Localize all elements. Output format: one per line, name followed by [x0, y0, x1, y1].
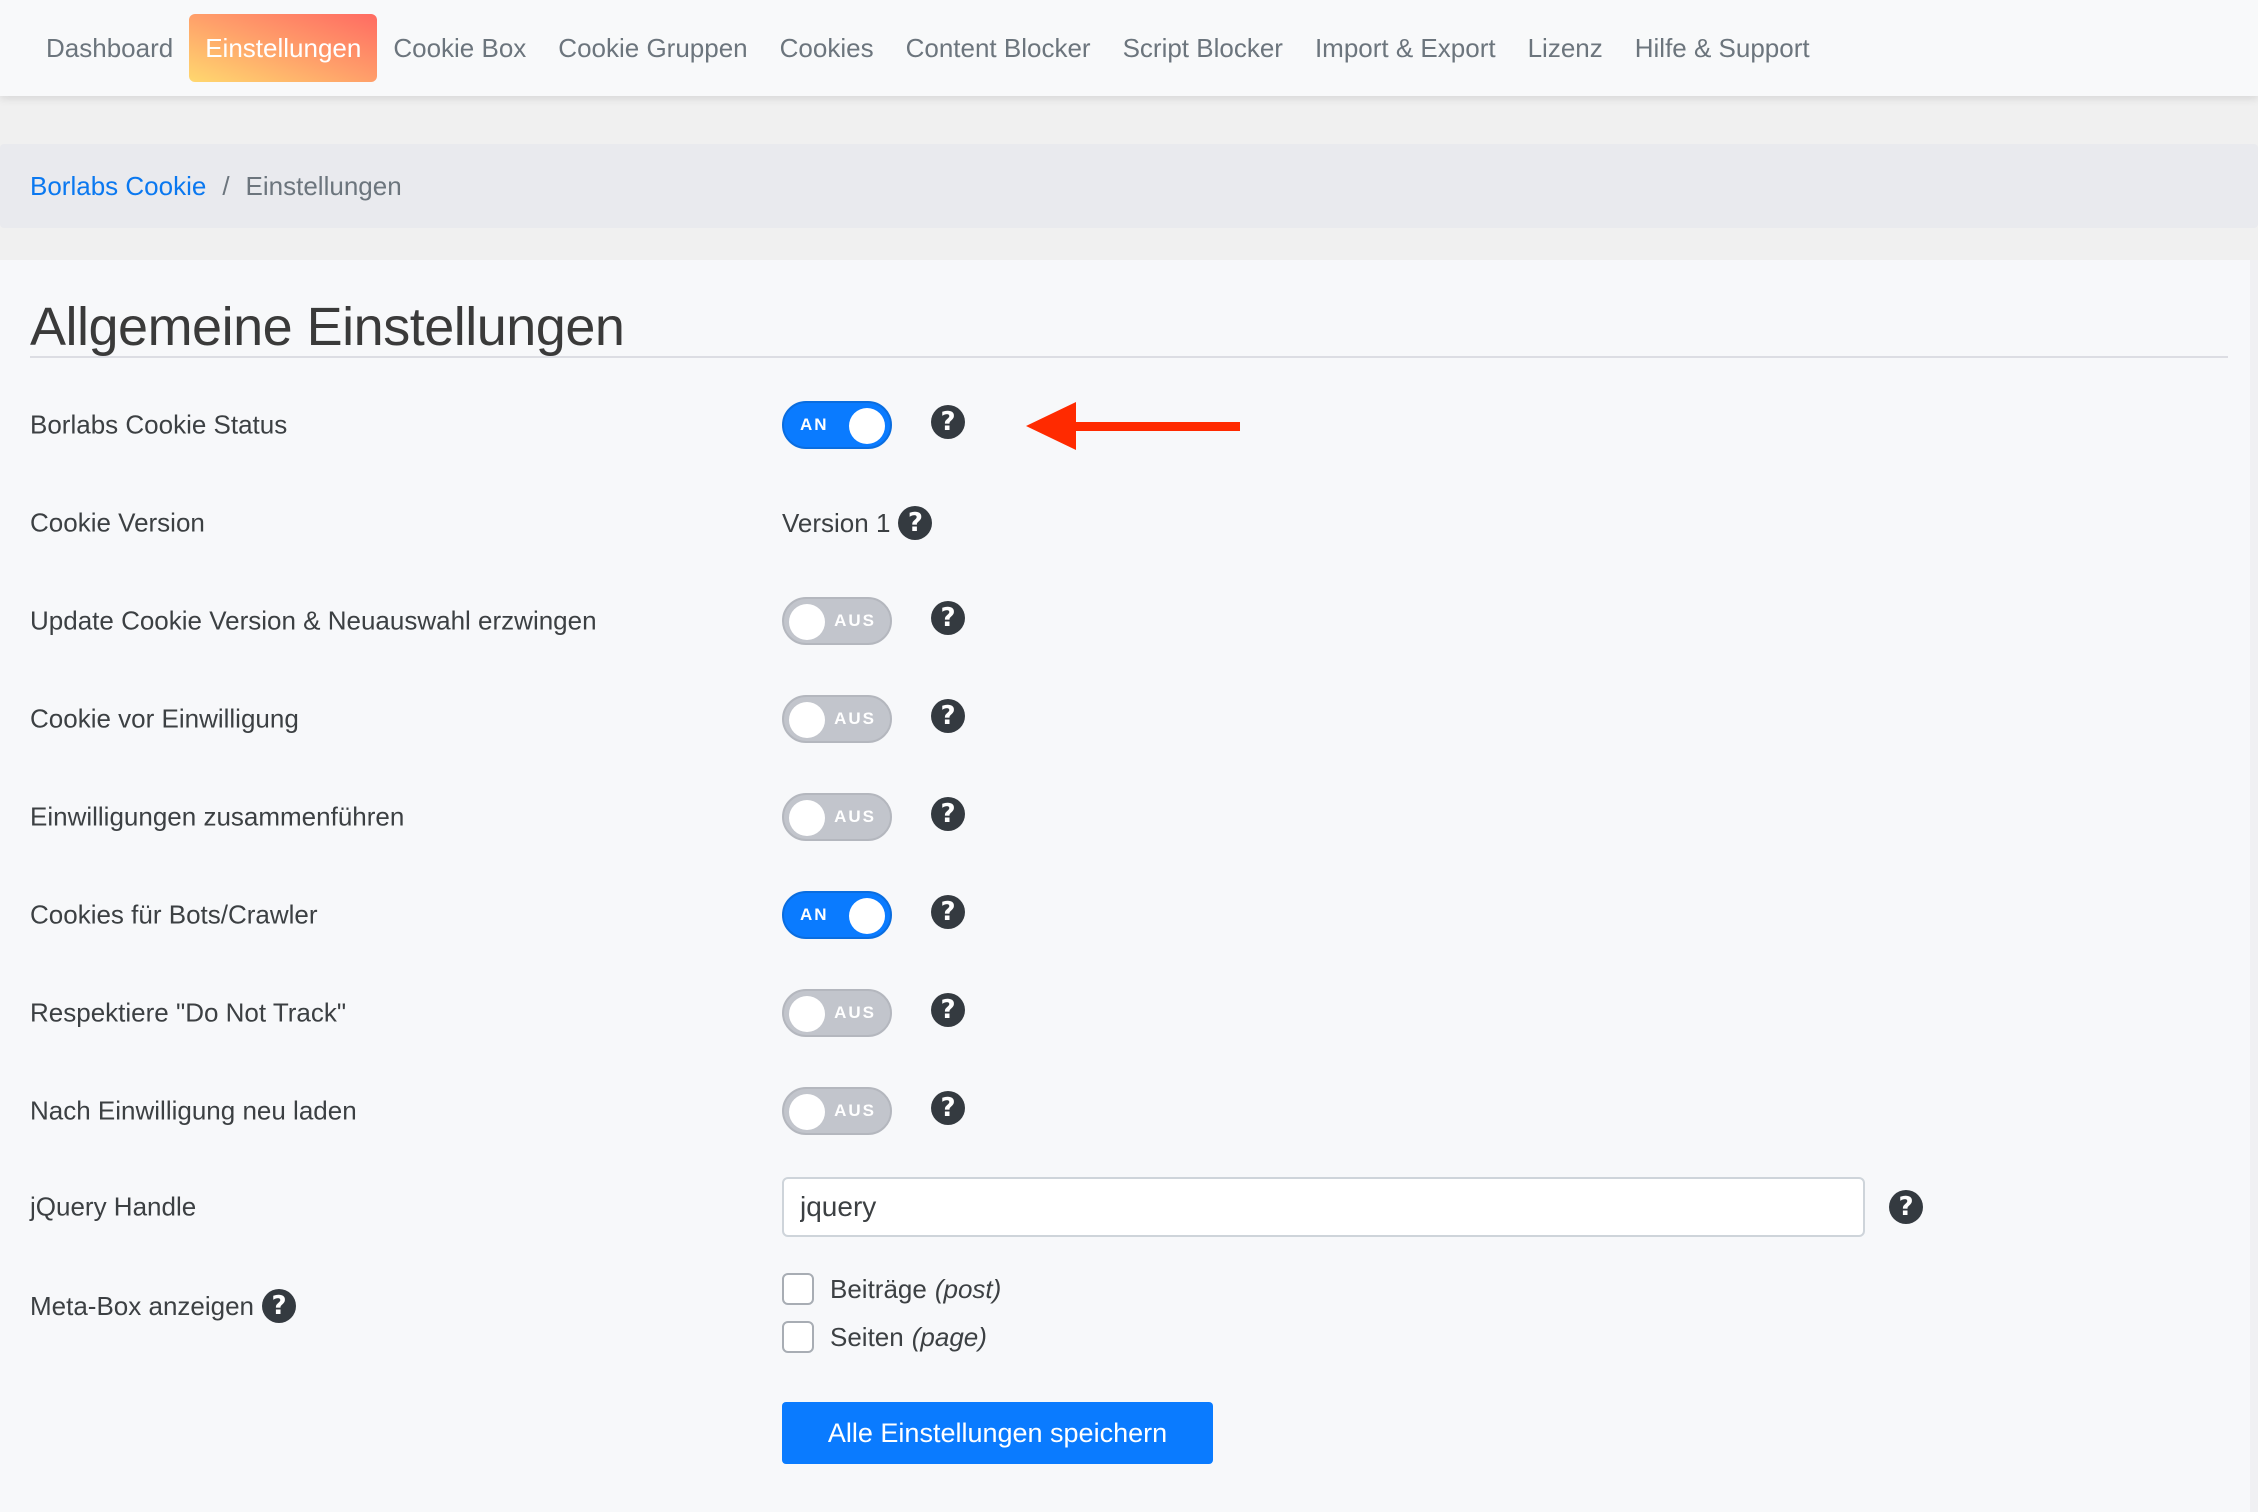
toggle-knob — [789, 702, 825, 738]
page-title: Allgemeine Einstellungen — [30, 297, 625, 357]
help-icon[interactable]: ? — [262, 1289, 297, 1323]
help-icon[interactable]: ? — [931, 1091, 965, 1125]
nav-item-hilfe-support[interactable]: Hilfe & Support — [1619, 14, 1826, 82]
label-cookies-for-bots: Cookies für Bots/Crawler — [30, 899, 318, 930]
breadcrumb: Borlabs Cookie / Einstellungen — [0, 144, 2258, 228]
label-cookie-before-consent: Cookie vor Einwilligung — [30, 703, 299, 734]
row-cookie-before-consent: Cookie vor Einwilligung AUS ? — [0, 689, 2250, 749]
label-respect-dnt: Respektiere "Do Not Track" — [30, 997, 347, 1028]
toggle-state-text: AUS — [834, 1101, 876, 1120]
help-icon[interactable]: ? — [931, 797, 965, 831]
breadcrumb-current: Einstellungen — [245, 170, 402, 201]
breadcrumb-root-link[interactable]: Borlabs Cookie — [30, 171, 206, 202]
toggle-knob — [789, 604, 825, 640]
toggle-cookies-for-bots[interactable]: AN — [782, 891, 892, 939]
help-icon[interactable]: ? — [898, 506, 933, 540]
save-all-settings-button[interactable]: Alle Einstellungen speichern — [782, 1402, 1213, 1464]
help-icon[interactable]: ? — [931, 993, 965, 1027]
help-icon[interactable]: ? — [931, 699, 965, 733]
cookie-version-value: Version 1 — [782, 507, 891, 538]
toggle-cookie-before-consent[interactable]: AUS — [782, 695, 892, 743]
top-navigation: Dashboard Einstellungen Cookie Box Cooki… — [0, 0, 2258, 96]
row-update-cookie-version: Update Cookie Version & Neuauswahl erzwi… — [0, 591, 2250, 651]
toggle-knob — [789, 800, 825, 836]
toggle-respect-dnt[interactable]: AUS — [782, 989, 892, 1037]
label-update-cookie-version: Update Cookie Version & Neuauswahl erzwi… — [30, 605, 597, 636]
breadcrumb-separator: / — [222, 170, 230, 201]
checkbox-hint: (post) — [934, 1273, 1002, 1304]
toggle-borlabs-cookie-status[interactable]: AN — [782, 401, 892, 449]
toggle-knob — [849, 408, 885, 444]
nav-item-cookie-gruppen[interactable]: Cookie Gruppen — [542, 14, 763, 82]
row-cookies-for-bots: Cookies für Bots/Crawler AN ? — [0, 885, 2250, 945]
toggle-state-text: AUS — [834, 807, 876, 826]
toggle-knob — [789, 996, 825, 1032]
jquery-handle-input[interactable] — [782, 1177, 1865, 1237]
toggle-knob — [789, 1094, 825, 1130]
checkbox-label: Seiten — [830, 1321, 904, 1352]
toggle-state-text: AUS — [834, 1003, 876, 1022]
label-jquery-handle: jQuery Handle — [30, 1191, 197, 1222]
toggle-state-text: AN — [800, 415, 829, 434]
help-icon[interactable]: ? — [931, 405, 965, 439]
title-divider — [30, 356, 2228, 358]
nav-item-cookies[interactable]: Cookies — [764, 14, 890, 82]
help-icon[interactable]: ? — [1889, 1190, 1923, 1224]
toggle-state-text: AN — [800, 905, 829, 924]
label-aggregate-consents: Einwilligungen zusammenführen — [30, 801, 405, 832]
checkbox-label: Beiträge — [830, 1273, 927, 1304]
label-reload-after-consent: Nach Einwilligung neu laden — [30, 1095, 357, 1126]
nav-item-dashboard[interactable]: Dashboard — [30, 14, 189, 82]
checkbox-option-page[interactable]: Seiten (page) — [782, 1313, 1001, 1361]
checkbox-option-post[interactable]: Beiträge (post) — [782, 1265, 1001, 1313]
nav-item-script-blocker[interactable]: Script Blocker — [1107, 14, 1299, 82]
nav-item-import-export[interactable]: Import & Export — [1299, 14, 1512, 82]
row-respect-dnt: Respektiere "Do Not Track" AUS ? — [0, 983, 2250, 1043]
row-aggregate-consents: Einwilligungen zusammenführen AUS ? — [0, 787, 2250, 847]
nav-item-cookie-box[interactable]: Cookie Box — [377, 14, 542, 82]
nav-item-lizenz[interactable]: Lizenz — [1512, 14, 1619, 82]
help-icon[interactable]: ? — [931, 601, 965, 635]
scrollbar-track — [2250, 260, 2258, 1512]
checkbox-hint: (page) — [911, 1321, 987, 1352]
toggle-state-text: AUS — [834, 709, 876, 728]
toggle-update-cookie-version[interactable]: AUS — [782, 597, 892, 645]
row-jquery-handle: jQuery Handle ? — [0, 1177, 2250, 1237]
nav-item-content-blocker[interactable]: Content Blocker — [890, 14, 1107, 82]
checkbox-post[interactable] — [782, 1273, 814, 1305]
toggle-aggregate-consents[interactable]: AUS — [782, 793, 892, 841]
label-cookie-version: Cookie Version — [30, 507, 205, 538]
row-meta-box: Meta-Box anzeigen ? Beiträge (post) Seit… — [0, 1273, 2250, 1353]
toggle-state-text: AUS — [834, 611, 876, 630]
nav-item-einstellungen[interactable]: Einstellungen — [189, 14, 378, 82]
meta-box-label-text: Meta-Box anzeigen — [30, 1290, 255, 1321]
toggle-knob — [849, 898, 885, 934]
row-reload-after-consent: Nach Einwilligung neu laden AUS ? — [0, 1081, 2250, 1141]
toggle-reload-after-consent[interactable]: AUS — [782, 1087, 892, 1135]
annotation-arrow-icon — [1026, 402, 1240, 450]
checkbox-page[interactable] — [782, 1321, 814, 1353]
label-borlabs-cookie-status: Borlabs Cookie Status — [30, 409, 288, 440]
meta-box-options: Beiträge (post) Seiten (page) — [782, 1265, 1001, 1361]
help-icon[interactable]: ? — [931, 895, 965, 929]
row-cookie-version: Cookie Version Version 1 ? — [0, 493, 2250, 553]
label-meta-box: Meta-Box anzeigen ? — [30, 1289, 297, 1323]
